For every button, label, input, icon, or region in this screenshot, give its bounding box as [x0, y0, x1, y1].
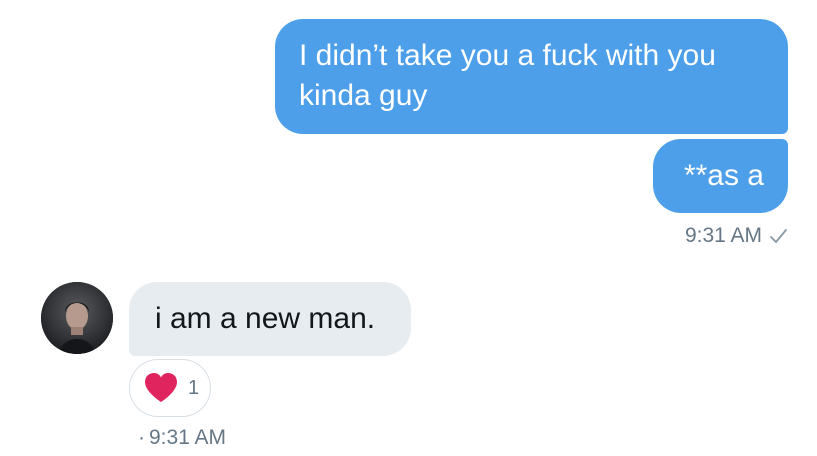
sent-message-1-text: I didn’t take you a fuck with you kinda …: [299, 39, 716, 112]
sent-message-meta: 9:31 AM: [685, 222, 788, 250]
sent-message-timestamp: 9:31 AM: [684, 224, 762, 247]
sent-message-1[interactable]: I didn’t take you a fuck with you kinda …: [275, 19, 788, 134]
sent-message-2[interactable]: **as a: [653, 139, 788, 213]
received-message[interactable]: i am a new man.: [129, 282, 411, 356]
reaction-count: 1: [188, 376, 200, 399]
sent-message-2-text: **as a: [683, 159, 764, 192]
received-message-meta: · 9:31 AM: [138, 424, 226, 452]
heart-reaction[interactable]: 1: [129, 359, 211, 417]
separator-dot: ·: [138, 426, 145, 449]
avatar[interactable]: [41, 282, 113, 354]
heart-icon: [142, 371, 180, 405]
received-message-text: i am a new man.: [155, 302, 376, 335]
check-icon: [768, 226, 788, 246]
received-message-timestamp: 9:31 AM: [149, 426, 227, 449]
